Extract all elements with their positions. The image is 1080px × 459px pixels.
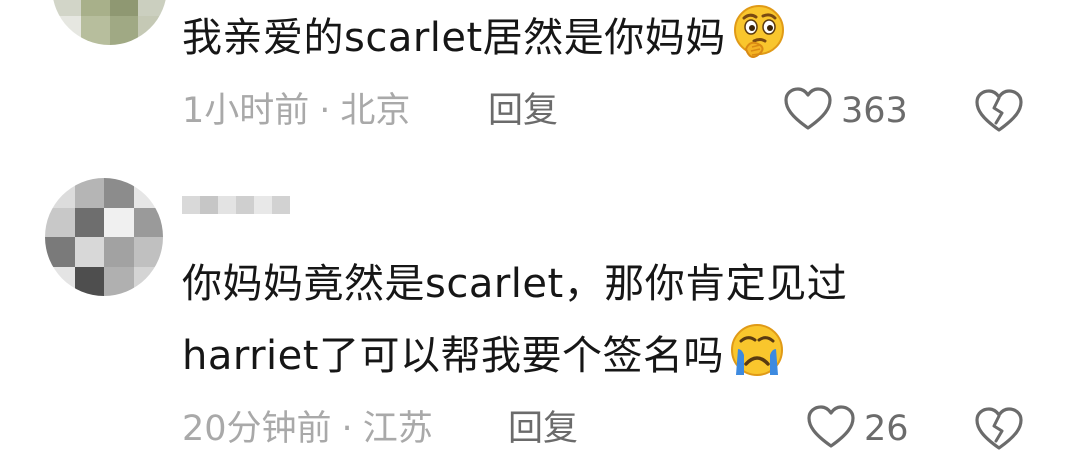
heart-outline-icon: [806, 404, 856, 454]
comment-item: 你妈妈竟然是scarlet，那你肯定见过 harriet了可以帮我要个签名吗 2…: [0, 150, 1080, 452]
broken-heart-icon[interactable]: [974, 88, 1024, 134]
thinking-face-emoji: [730, 3, 788, 61]
username-blurred[interactable]: [182, 196, 290, 226]
meta-separator: ·: [319, 91, 331, 131]
meta-separator: ·: [341, 409, 353, 449]
comment-text: 我亲爱的scarlet居然是你妈妈: [182, 2, 788, 74]
like-count: 363: [841, 91, 908, 131]
avatar[interactable]: [52, 0, 167, 45]
broken-heart-icon[interactable]: [974, 406, 1024, 452]
comment-text: 你妈妈竟然是scarlet，那你肯定见过 harriet了可以帮我要个签名吗: [182, 248, 847, 392]
comment-meta: 1小时前 · 北京: [182, 86, 410, 136]
crying-face-emoji: [728, 321, 786, 379]
like-count: 26: [864, 409, 909, 449]
comment-location: 北京: [340, 91, 411, 131]
comment-time: 20分钟前: [182, 409, 332, 449]
comment-meta: 20分钟前 · 江苏: [182, 404, 433, 454]
heart-outline-icon: [783, 86, 833, 136]
comment-item: 我亲爱的scarlet居然是你妈妈 1小时前 · 北京 回复 363: [0, 0, 1080, 150]
reply-button[interactable]: 回复: [508, 404, 578, 454]
reply-button[interactable]: 回复: [488, 86, 558, 136]
like-button[interactable]: 26: [806, 399, 909, 459]
like-button[interactable]: 363: [783, 81, 908, 141]
comment-body-line-2-text: harriet了可以帮我要个签名吗: [182, 333, 724, 379]
comment-body: 我亲爱的scarlet居然是你妈妈: [182, 15, 726, 61]
comment-body-line-2: harriet了可以帮我要个签名吗: [182, 320, 847, 392]
comment-body-line-1: 你妈妈竟然是scarlet，那你肯定见过: [182, 261, 848, 307]
comment-time: 1小时前: [182, 91, 310, 131]
avatar[interactable]: [45, 178, 163, 296]
comment-location: 江苏: [362, 409, 433, 449]
